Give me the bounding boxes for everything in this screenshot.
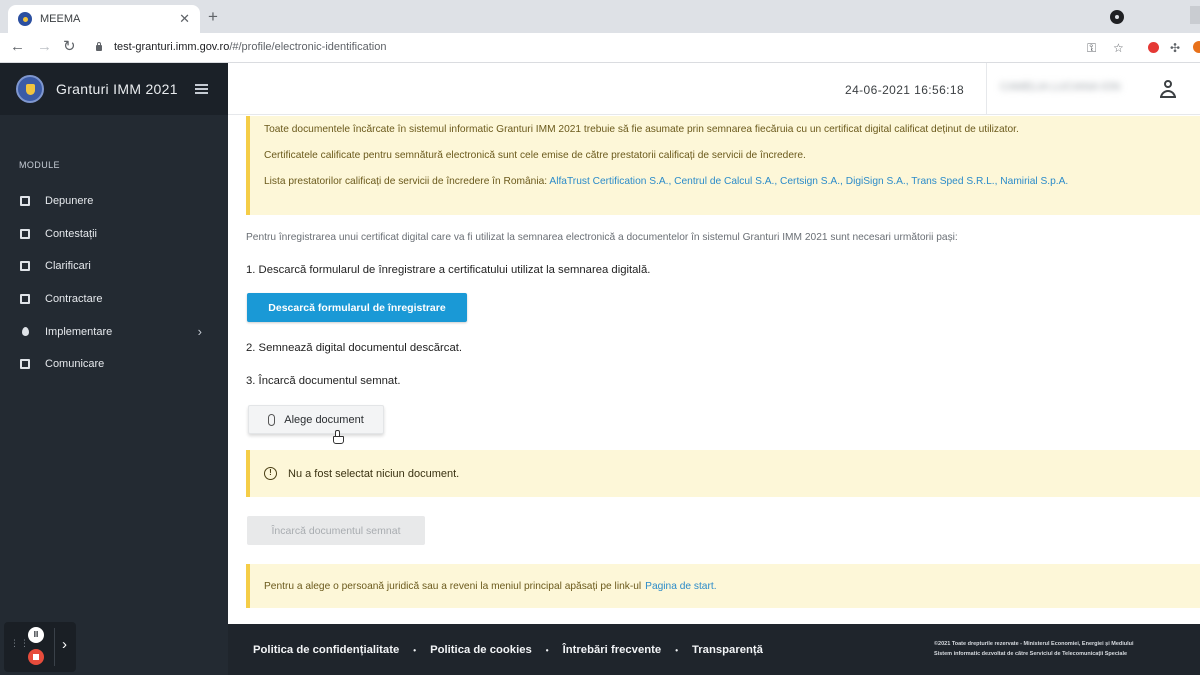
bottom-notice-text: Pentru a alege o persoană juridică sau a… — [264, 580, 642, 592]
puzzle-icon[interactable]: ✣ — [1170, 41, 1180, 55]
tab-search-icon[interactable] — [1110, 10, 1124, 24]
notice-line: Toate documentele încărcate în sistemul … — [264, 124, 1019, 135]
drop-icon — [22, 327, 29, 337]
providers-prefix: Lista prestatorilor calificați de servic… — [264, 176, 548, 187]
message-icon — [20, 359, 30, 370]
section-label: MODULE — [19, 160, 60, 170]
divider — [986, 63, 987, 115]
stop-icon[interactable] — [28, 649, 44, 665]
brand: Granturi IMM 2021 — [0, 63, 228, 115]
tab-title: MEEMA — [40, 13, 81, 25]
expand-icon[interactable]: › — [62, 636, 67, 653]
copy-icon — [20, 294, 30, 305]
copyright-line: Sistem informatic dezvoltat de către Ser… — [934, 651, 1128, 657]
sidebar-item-depunere[interactable]: Depunere — [0, 185, 228, 218]
main-content: Toate documentele încărcate în sistemul … — [228, 116, 1200, 624]
copyright: ©2021 Toate drepturile rezervate - Minis… — [934, 639, 1134, 659]
transparency-link[interactable]: Transparență — [692, 644, 763, 656]
sidebar-menu: Depunere Contestații Clarificari Contrac… — [0, 185, 228, 381]
sidebar-item-contestatii[interactable]: Contestații — [0, 218, 228, 251]
step-2: 2. Semnează digital documentul descărcat… — [246, 342, 463, 354]
pause-icon[interactable]: II — [28, 627, 44, 643]
app-name: Granturi IMM 2021 — [56, 81, 178, 97]
user-icon[interactable] — [1159, 80, 1177, 98]
close-tab-icon[interactable]: ✕ — [179, 11, 190, 27]
page-header: 24-06-2021 16:56:18 CAMELIA LUCIANA IONE… — [228, 63, 1200, 115]
browser-titlebar: MEEMA ✕ + — [0, 0, 1200, 33]
forward-button[interactable]: → — [37, 39, 52, 55]
sidebar-item-label: Contractare — [45, 293, 103, 306]
sidebar-item-clarificari[interactable]: Clarificari — [0, 250, 228, 283]
page-footer: Politica de confidențialitate • Politica… — [228, 624, 1200, 675]
separator: • — [545, 645, 549, 655]
faq-link[interactable]: Întrebări frecvente — [563, 644, 662, 656]
sidebar-item-label: Depunere — [45, 195, 94, 208]
choose-document-button[interactable]: Alege document — [248, 405, 384, 434]
upload-signed-document-button[interactable]: Încarcă documentul semnat — [247, 516, 425, 545]
privacy-policy-link[interactable]: Politica de confidențialitate — [253, 644, 399, 656]
step-3: 3. Încarcă documentul semnat. — [246, 375, 401, 387]
sidebar-item-label: Implementare — [45, 325, 113, 338]
chevron-right-icon: › — [197, 324, 202, 340]
key-icon[interactable]: ⚿ — [1087, 41, 1096, 55]
reload-button[interactable]: ↻ — [63, 39, 76, 55]
sidebar-item-comunicare[interactable]: Comunicare — [0, 348, 228, 381]
star-icon[interactable]: ☆ — [1113, 41, 1124, 55]
sidebar-item-label: Contestații — [45, 227, 97, 240]
inbox-icon — [20, 196, 30, 207]
mouse-cursor-icon — [333, 430, 344, 444]
footer-links: Politica de confidențialitate • Politica… — [253, 644, 763, 656]
user-name[interactable]: CAMELIA LUCIANA IONESCU — [1000, 81, 1120, 97]
separator: • — [675, 645, 678, 655]
notice-line: Certificatele calificate pentru semnătur… — [264, 150, 806, 161]
certificate-info-alert: Toate documentele încărcate în sistemul … — [246, 116, 1200, 215]
lock-icon[interactable] — [96, 42, 102, 51]
download-form-button[interactable]: Descarcă formularul de înregistrare — [247, 293, 467, 322]
sidebar-item-implementare[interactable]: Implementare › — [0, 315, 228, 348]
choose-document-label: Alege document — [284, 413, 364, 426]
intro-text: Pentru înregistrarea unui certificat dig… — [246, 232, 958, 243]
providers-links[interactable]: AlfaTrust Certification S.A., Centrul de… — [549, 176, 1068, 187]
home-link-alert: Pentru a alege o persoană juridică sau a… — [246, 564, 1200, 608]
hamburger-menu-icon[interactable] — [195, 84, 208, 94]
separator: • — [413, 645, 417, 655]
drag-handle-icon[interactable]: ⋮⋮ — [10, 639, 30, 648]
sidebar-item-label: Comunicare — [45, 358, 105, 371]
info-icon: ! — [264, 467, 277, 480]
browser-tab[interactable]: MEEMA ✕ — [8, 5, 200, 33]
browser-toolbar: ← → ↻ test-granturi.imm.gov.ro/#/profile… — [0, 33, 1200, 63]
providers-line: Lista prestatorilor calificați de servic… — [264, 176, 1200, 187]
sidebar-item-contractare[interactable]: Contractare — [0, 283, 228, 316]
government-logo-icon — [16, 75, 44, 103]
address-bar[interactable]: test-granturi.imm.gov.ro/#/profile/elect… — [114, 41, 386, 53]
no-document-warning: ! Nu a fost selectat niciun document. — [246, 450, 1200, 497]
url-host: test-granturi.imm.gov.ro — [114, 41, 230, 53]
sidebar: Granturi IMM 2021 MODULE Depunere Contes… — [0, 63, 228, 675]
cookies-policy-link[interactable]: Politica de cookies — [430, 644, 532, 656]
url-path: /#/profile/electronic-identification — [229, 41, 387, 53]
window-control[interactable] — [1190, 6, 1200, 24]
divider — [54, 628, 55, 666]
current-datetime: 24-06-2021 16:56:18 — [845, 83, 965, 97]
sidebar-item-label: Clarificari — [45, 260, 91, 273]
new-tab-button[interactable]: + — [208, 8, 218, 26]
chat-icon — [20, 261, 30, 272]
copyright-line: ©2021 Toate drepturile rezervate - Minis… — [934, 641, 1134, 647]
back-button[interactable]: ← — [10, 39, 25, 55]
extension-icon[interactable] — [1148, 42, 1159, 53]
site-favicon-icon — [18, 12, 32, 26]
screen-recorder-widget: ⋮⋮ II › — [4, 622, 76, 672]
warning-text: Nu a fost selectat niciun document. — [288, 467, 460, 480]
home-page-link[interactable]: Pagina de start. — [645, 581, 716, 592]
document-icon — [20, 228, 30, 239]
profile-avatar-icon[interactable] — [1193, 41, 1200, 53]
step-1: 1. Descarcă formularul de înregistrare a… — [246, 264, 651, 276]
paperclip-icon — [268, 413, 276, 426]
